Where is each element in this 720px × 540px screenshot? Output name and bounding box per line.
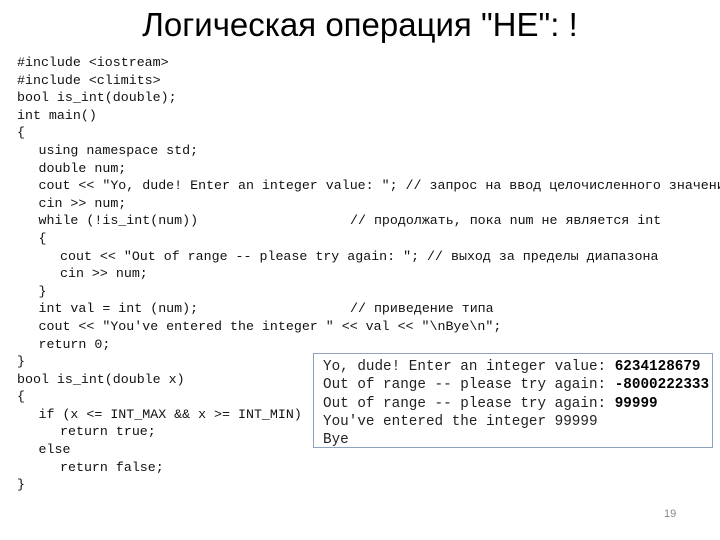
user-input: 99999 (614, 395, 658, 412)
code-text: } (17, 354, 25, 370)
code-line: #include <climits> (17, 72, 720, 90)
code-text: cout << "Yo, dude! Enter an integer valu… (38, 178, 720, 194)
code-text: else (38, 442, 71, 458)
code-text: #include <iostream> (17, 55, 169, 70)
code-line: double num; (17, 160, 720, 178)
code-text: int val = int (num); (38, 301, 199, 317)
code-text: #include <climits> (17, 72, 161, 88)
console-text: You've entered the integer 99999 (323, 413, 598, 430)
console-output: Yo, dude! Enter an integer value: 623412… (313, 353, 713, 448)
code-line: cin >> num; (17, 195, 720, 213)
console-line: Out of range -- please try again: 99999 (323, 395, 712, 413)
console-line: Bye (323, 431, 712, 449)
page-number: 19 (664, 508, 677, 520)
code-text: int main() (17, 107, 97, 123)
user-input: -8000222333 (614, 377, 710, 394)
code-line: using namespace std; (17, 142, 720, 160)
code-text: cin >> num; (60, 266, 148, 282)
code-text: bool is_int(double); (17, 90, 177, 106)
slide-title: Логическая операция "НЕ": ! (142, 6, 578, 43)
code-line: } (17, 476, 720, 494)
console-line: Out of range -- please try again: -80002… (323, 376, 712, 394)
code-text: return true; (60, 424, 156, 440)
console-text: Yo, dude! Enter an integer value: (323, 359, 615, 375)
code-line: int main() (17, 107, 720, 125)
code-comment: // продолжать, пока num не является int (350, 213, 662, 229)
code-text: cout << "You've entered the integer " <<… (38, 318, 502, 334)
user-input: 6234128679 (614, 359, 701, 375)
console-line: Yo, dude! Enter an integer value: 623412… (323, 358, 712, 376)
code-text: cout << "Out of range -- please try agai… (60, 248, 659, 264)
code-line: } (17, 283, 720, 301)
code-text: } (38, 283, 47, 299)
console-line: You've entered the integer 99999 (323, 413, 712, 431)
code-line: { (17, 124, 720, 142)
code-text: { (17, 125, 25, 141)
code-text: double num; (38, 160, 127, 176)
code-text: return 0; (38, 336, 111, 352)
code-line: #include <iostream> (17, 54, 720, 72)
console-text: Out of range -- please try again: (323, 395, 615, 412)
code-text: return false; (60, 459, 164, 475)
code-line: cout << "Out of range -- please try agai… (17, 248, 720, 266)
code-comment: // приведение типа (350, 301, 494, 317)
code-text: } (17, 477, 25, 493)
code-text: while (!is_int(num)) (38, 213, 199, 229)
code-line: int val = int (num); // приведение типа (17, 300, 720, 318)
code-text: { (38, 230, 47, 246)
code-line: while (!is_int(num)) // продолжать, пока … (17, 212, 720, 230)
console-text: Bye (323, 432, 349, 449)
code-line: bool is_int(double); (17, 89, 720, 107)
code-text: bool is_int(double x) (17, 371, 185, 387)
code-text: using namespace std; (38, 142, 199, 158)
code-line: return 0; (17, 336, 720, 354)
code-text: cin >> num; (38, 195, 127, 211)
code-text: if (x <= INT_MAX && x >= INT_MIN) (38, 406, 302, 422)
code-line: cout << "Yo, dude! Enter an integer valu… (17, 177, 720, 195)
console-text: Out of range -- please try again: (323, 377, 615, 394)
code-line: cin >> num; (17, 265, 720, 283)
slide: Логическая операция "НЕ": ! #include <io… (0, 0, 720, 540)
code-line: cout << "You've entered the integer " <<… (17, 318, 720, 336)
code-line: return false; (17, 459, 720, 477)
code-line: { (17, 230, 720, 248)
code-text: { (17, 389, 25, 405)
